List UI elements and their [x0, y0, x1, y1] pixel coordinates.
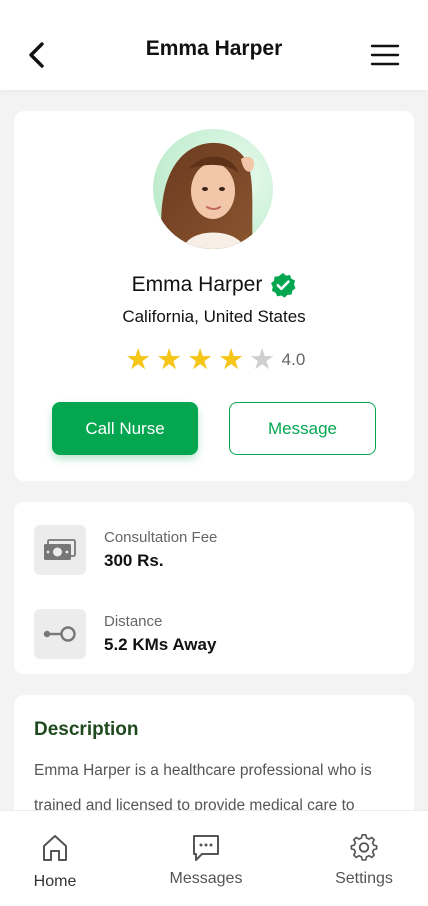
cash-icon	[44, 539, 76, 560]
description-title: Description	[34, 719, 139, 740]
profile-name: Emma Harper	[131, 273, 263, 296]
verified-badge-icon	[271, 273, 296, 298]
rating: ★ ★ ★ ★ ★ 4.0	[14, 344, 414, 376]
location-text: California, United States	[122, 307, 306, 326]
bottom-navigation: Home Messages Settings	[0, 810, 428, 906]
star-filled-icon: ★	[187, 344, 214, 376]
menu-button[interactable]	[370, 42, 400, 68]
message-button[interactable]: Message	[229, 402, 376, 455]
star-filled-icon: ★	[125, 344, 152, 376]
call-nurse-button[interactable]: Call Nurse	[52, 402, 198, 455]
fee-value: 300 Rs.	[104, 551, 164, 570]
hamburger-menu-icon	[370, 44, 400, 66]
avatar	[153, 129, 273, 249]
star-filled-icon: ★	[156, 344, 183, 376]
nav-messages[interactable]: Messages	[146, 811, 266, 906]
gear-icon	[350, 833, 378, 861]
distance-label: Distance	[104, 613, 163, 630]
nav-messages-label: Messages	[169, 870, 243, 887]
profile-name-row: Emma Harper	[14, 272, 414, 298]
rating-value: 4.0	[281, 350, 306, 369]
nav-settings[interactable]: Settings	[304, 811, 424, 906]
nav-home[interactable]: Home	[0, 811, 115, 906]
page-title: Emma Harper	[145, 37, 283, 60]
chat-icon	[193, 835, 219, 861]
distance-row: Distance 5.2 KMs Away	[34, 607, 394, 659]
fee-label: Consultation Fee	[104, 529, 218, 546]
details-card: Consultation Fee 300 Rs. Distance 5.2 KM…	[14, 502, 414, 674]
star-filled-icon: ★	[218, 344, 245, 376]
distance-icon-tile	[34, 609, 86, 659]
fee-icon-tile	[34, 525, 86, 575]
consultation-fee-row: Consultation Fee 300 Rs.	[34, 523, 394, 575]
top-app-bar: Emma Harper	[0, 0, 428, 90]
route-icon	[43, 626, 76, 642]
nurse-profile-screen: Emma Harper Emma Harper California, Unit…	[0, 0, 428, 906]
nav-settings-label: Settings	[335, 870, 393, 887]
profile-card: Emma Harper California, United States ★ …	[14, 111, 414, 481]
star-empty-icon: ★	[249, 344, 276, 376]
nav-home-label: Home	[33, 873, 77, 890]
home-icon	[43, 835, 67, 861]
distance-value: 5.2 KMs Away	[104, 635, 217, 654]
